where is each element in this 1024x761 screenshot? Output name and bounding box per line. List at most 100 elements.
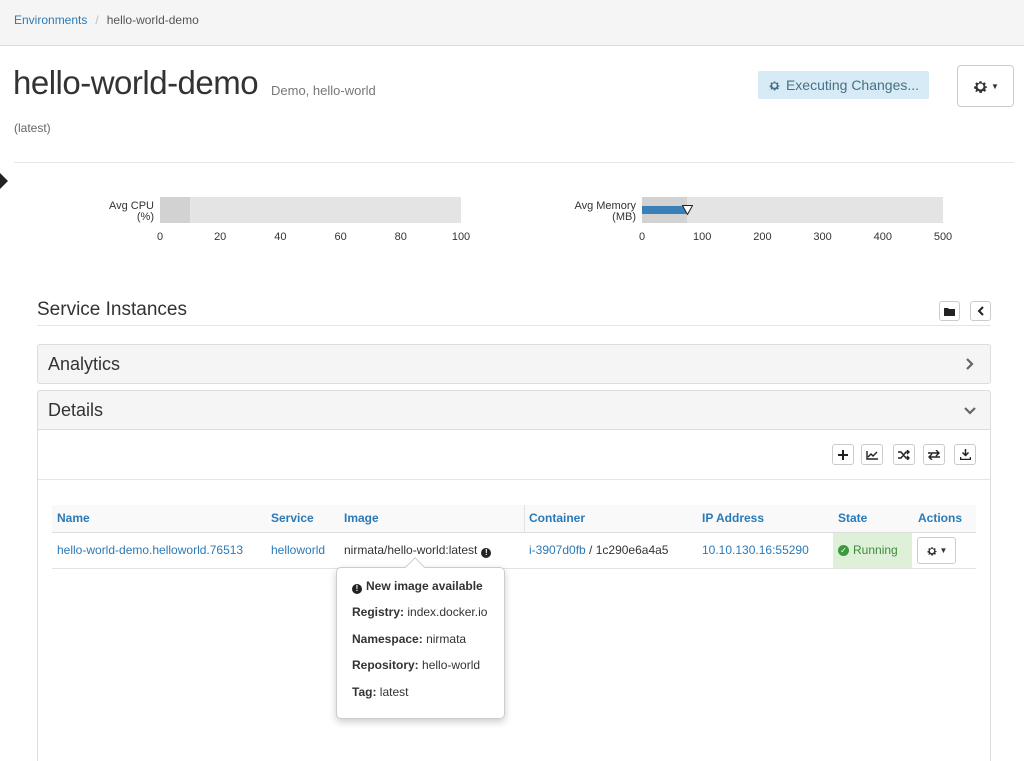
breadcrumb-current: hello-world-demo: [106, 13, 199, 27]
cpu-tick-label: 40: [274, 231, 287, 243]
popover-repository: Repository: hello-world: [352, 658, 480, 672]
table-row-divider: [52, 568, 976, 569]
page-title: hello-world-demo: [13, 64, 259, 101]
exchange-icon: [928, 449, 940, 460]
chevron-left-icon: [977, 306, 984, 316]
memory-tick-label: 0: [638, 231, 646, 243]
column-header-container[interactable]: Container: [529, 511, 585, 525]
container-id-link[interactable]: i-3907d0fb: [529, 543, 586, 557]
gear-icon: [974, 80, 988, 93]
status-badge: ✓ Running: [838, 543, 898, 557]
executing-changes-badge: Executing Changes...: [758, 71, 929, 99]
image-info-popover: ! New image available Registry: index.doc…: [336, 557, 505, 719]
column-header-actions: Actions: [918, 511, 963, 525]
environment-settings-button[interactable]: ▼: [957, 65, 1014, 107]
toolbar-divider: [38, 479, 990, 480]
column-header-image[interactable]: Image: [344, 511, 379, 525]
memory-usage-bar: [642, 197, 943, 223]
page-version: (latest): [14, 121, 51, 135]
column-header-service[interactable]: Service: [271, 511, 314, 525]
page-subtitle: Demo, hello-world: [271, 83, 376, 98]
popover-registry: Registry: index.docker.io: [352, 605, 487, 619]
chevron-right-icon: [966, 358, 974, 370]
download-button[interactable]: [954, 444, 976, 465]
memory-tick-label: 100: [693, 231, 712, 243]
top-bar: Environments / hello-world-demo: [0, 0, 1024, 46]
service-link[interactable]: helloworld: [271, 543, 325, 557]
memory-metric-label: Avg Memory (MB): [560, 201, 636, 223]
popover-tag: Tag: latest: [352, 685, 408, 699]
popover-title: ! New image available: [352, 579, 483, 594]
repository-value: hello-world: [422, 658, 481, 672]
breadcrumb-separator: /: [95, 13, 99, 27]
service-instances-title: Service Instances: [37, 299, 187, 320]
cpu-tick-label: 100: [451, 231, 471, 243]
header-divider: [14, 162, 1014, 163]
breadcrumb: Environments / hello-world-demo: [14, 13, 199, 27]
column-header-ip-address[interactable]: IP Address: [702, 511, 764, 525]
collapse-button[interactable]: [970, 301, 991, 321]
details-panel-header[interactable]: Details: [37, 390, 991, 430]
shuffle-button[interactable]: [893, 444, 915, 465]
gear-icon: [927, 546, 937, 555]
check-circle-icon: ✓: [838, 544, 849, 556]
state-label: Running: [853, 543, 898, 557]
column-divider: [524, 505, 525, 533]
popover-namespace: Namespace: nirmata: [352, 632, 466, 646]
cpu-range-fill: [160, 197, 191, 223]
details-title: Details: [48, 400, 104, 420]
tag-label: Tag:: [352, 685, 377, 699]
container-cell: i-3907d0fb / 1c290e6a4a5: [529, 543, 668, 557]
folder-icon: [944, 307, 955, 316]
memory-target-marker-icon: [682, 205, 694, 215]
cpu-label-line2: (%): [136, 211, 154, 223]
plus-icon: [838, 449, 848, 460]
analytics-title: Analytics: [48, 354, 121, 374]
registry-label: Registry:: [352, 605, 405, 619]
line-chart-icon: [865, 450, 878, 460]
memory-tick-label: 300: [813, 231, 832, 243]
breadcrumb-environments-link[interactable]: Environments: [14, 13, 87, 27]
sidebar-toggle-arrow-icon[interactable]: [0, 173, 8, 189]
executing-changes-label: Executing Changes...: [785, 77, 920, 93]
cpu-tick-label: 60: [334, 231, 347, 243]
gear-icon: [769, 80, 780, 90]
popover-title-text: New image available: [366, 579, 483, 593]
instance-name-link[interactable]: hello-world-demo.helloworld.76513: [57, 543, 243, 557]
registry-value: index.docker.io: [407, 605, 488, 619]
caret-down-icon: ▼: [991, 81, 999, 91]
container-separator: /: [585, 543, 596, 557]
cpu-tick-label: 20: [214, 231, 227, 243]
chevron-down-icon: [964, 407, 976, 415]
column-header-name[interactable]: Name: [57, 511, 90, 525]
cpu-tick-label: 0: [156, 231, 164, 243]
chart-button[interactable]: [861, 444, 883, 465]
cpu-metric-label: Avg CPU (%): [90, 201, 154, 223]
repository-label: Repository:: [352, 658, 419, 672]
add-instance-button[interactable]: [832, 444, 854, 465]
ip-address-value: 10.10.130.16:55290: [702, 543, 809, 557]
container-hash: 1c290e6a4a5: [595, 543, 669, 557]
image-name: nirmata/hello-world:latest: [344, 543, 478, 557]
cpu-tick-label: 80: [394, 231, 407, 243]
column-header-state[interactable]: State: [838, 511, 867, 525]
namespace-value: nirmata: [426, 632, 467, 646]
analytics-panel-header[interactable]: Analytics: [37, 344, 991, 384]
memory-tick-label: 500: [933, 231, 953, 243]
memory-label-line2: (MB): [612, 211, 636, 223]
caret-down-icon: ▼: [939, 546, 948, 555]
memory-tick-label: 400: [873, 231, 892, 243]
shuffle-icon: [898, 449, 910, 460]
section-divider: [37, 325, 991, 326]
folder-button[interactable]: [939, 301, 960, 321]
image-cell: nirmata/hello-world:latest!: [344, 543, 492, 558]
cpu-usage-bar: [160, 197, 461, 223]
info-icon[interactable]: !: [481, 547, 492, 558]
tag-value: latest: [379, 685, 409, 699]
row-actions-button[interactable]: ▼: [917, 537, 956, 564]
download-icon: [959, 449, 971, 460]
exchange-button[interactable]: [923, 444, 945, 465]
namespace-label: Namespace:: [352, 632, 423, 646]
memory-tick-label: 200: [753, 231, 772, 243]
info-icon: !: [352, 583, 362, 594]
